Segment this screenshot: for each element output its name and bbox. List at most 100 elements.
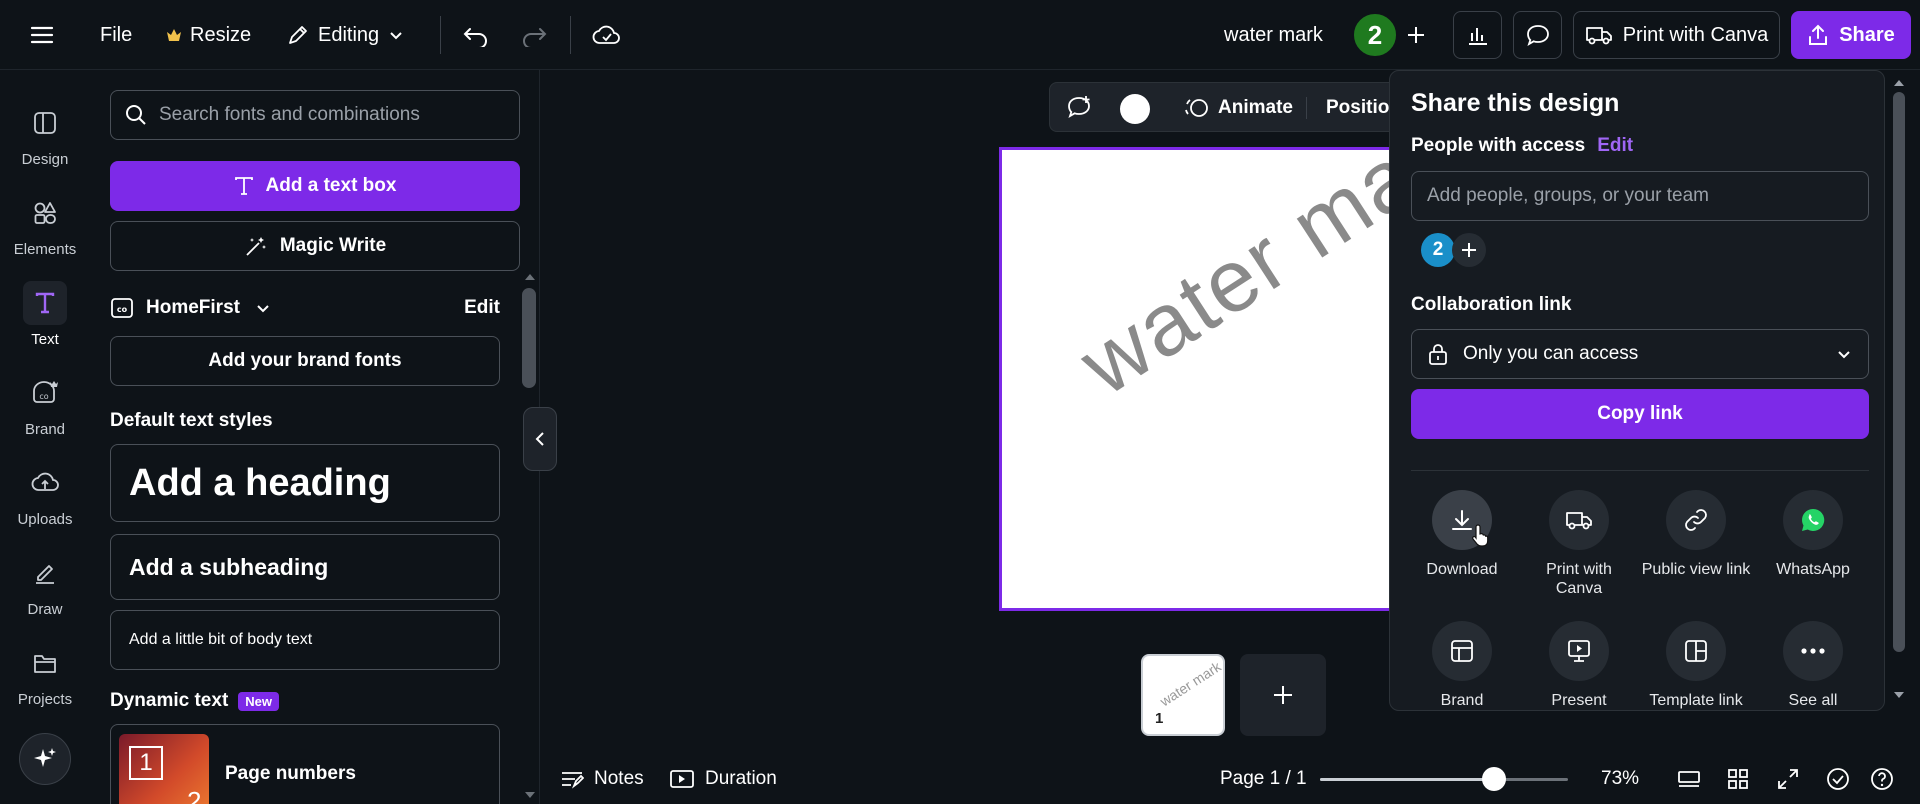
brand-kit-row: co HomeFirst Edit [110, 288, 500, 328]
add-body-text-card[interactable]: Add a little bit of body text [110, 610, 500, 670]
option-label: See all [1788, 692, 1838, 709]
share-scroll-thumb[interactable] [1893, 92, 1905, 652]
page-numbers-card[interactable]: 1 2 Page numbers [110, 724, 500, 804]
collapse-panel-button[interactable] [523, 407, 557, 471]
menu-button[interactable] [30, 0, 54, 70]
option-label: Public view link [1641, 561, 1751, 578]
zoom-slider-handle[interactable] [1482, 767, 1506, 791]
share-option-template-link[interactable]: Template link [1640, 621, 1752, 710]
present-icon [1549, 621, 1609, 681]
text-tool-icon [234, 177, 253, 195]
add-collaborator-button[interactable] [1405, 0, 1427, 70]
share-option-present[interactable]: Present [1523, 621, 1635, 710]
option-label: Brand [1440, 692, 1484, 709]
body-text-label: Add a little bit of body text [129, 631, 313, 648]
rail-item-elements[interactable]: Elements [0, 182, 90, 266]
share-option-download[interactable]: Download [1406, 490, 1518, 579]
rail-item-design[interactable]: Design [0, 92, 90, 176]
add-member-button[interactable] [1452, 233, 1486, 267]
redo-button[interactable] [520, 0, 548, 70]
zoom-level[interactable]: 73% [1601, 758, 1639, 800]
animate-label: Animate [1218, 97, 1293, 118]
magic-assistant-button[interactable] [19, 733, 71, 785]
pointer-cursor-icon [1472, 524, 1489, 547]
notes-button[interactable]: Notes [560, 758, 644, 800]
document-title[interactable]: water mark [1224, 0, 1323, 70]
share-button[interactable]: Share [1791, 11, 1911, 59]
add-people-input[interactable]: Add people, groups, or your team [1411, 171, 1869, 221]
chevron-down-icon[interactable] [254, 299, 272, 317]
scroll-up-icon[interactable] [1891, 76, 1907, 90]
subheading-label: Add a subheading [129, 553, 329, 580]
share-label: Share [1839, 23, 1895, 46]
brand-kit-name[interactable]: HomeFirst [146, 297, 240, 319]
access-dropdown[interactable]: Only you can access [1411, 329, 1869, 379]
editing-mode-dropdown[interactable]: Editing [286, 0, 405, 70]
comments-button[interactable] [1513, 11, 1562, 59]
fullscreen-button[interactable] [1777, 758, 1799, 800]
comment-icon [1526, 25, 1549, 46]
add-text-box-button[interactable]: Add a text box [110, 161, 520, 211]
insights-button[interactable] [1453, 11, 1502, 59]
notes-view-button[interactable] [1677, 758, 1701, 800]
crown-icon [167, 29, 181, 41]
rail-item-uploads[interactable]: Uploads [0, 452, 90, 536]
template-icon [1666, 621, 1726, 681]
design-page[interactable]: water mark [999, 147, 1399, 611]
resize-label: Resize [190, 23, 252, 46]
share-option-see-all[interactable]: See all [1757, 621, 1869, 710]
share-option-whatsapp[interactable]: WhatsApp [1757, 490, 1869, 579]
help-icon [1871, 768, 1893, 790]
share-option-public-link[interactable]: Public view link [1640, 490, 1752, 579]
save-status-button[interactable] [592, 0, 622, 70]
watermark-text[interactable]: water mark [1062, 150, 1396, 416]
rail-item-brand[interactable]: co Brand [0, 362, 90, 446]
share-option-print[interactable]: Print with Canva [1523, 490, 1635, 598]
context-toolbar: Animate Position [1049, 82, 1409, 132]
color-swatch[interactable] [1120, 94, 1150, 124]
scroll-down-icon[interactable] [1891, 688, 1907, 702]
grid-view-button[interactable] [1727, 758, 1749, 800]
share-dialog-scrollbar[interactable] [1891, 70, 1907, 711]
add-heading-card[interactable]: Add a heading [110, 444, 500, 522]
people-edit-link[interactable]: Edit [1597, 135, 1633, 157]
share-option-brand[interactable]: Brand [1406, 621, 1518, 710]
access-value: Only you can access [1463, 343, 1639, 364]
rail-item-draw[interactable]: Draw [0, 542, 90, 626]
member-avatar[interactable]: 2 [1421, 233, 1455, 267]
brand-edit-link[interactable]: Edit [464, 297, 500, 319]
scroll-up-icon[interactable] [520, 270, 540, 284]
pages-view-icon [1678, 771, 1700, 787]
font-search-input[interactable]: Search fonts and combinations [110, 90, 520, 140]
add-subheading-card[interactable]: Add a subheading [110, 534, 500, 600]
page-thumbnail[interactable]: water mark 1 [1141, 654, 1225, 736]
rail-item-projects[interactable]: Projects [0, 632, 90, 716]
add-brand-fonts-button[interactable]: Add your brand fonts [110, 336, 500, 386]
resize-button[interactable]: Resize [166, 0, 251, 70]
people-access-label: People with access [1411, 135, 1586, 156]
copy-link-button[interactable]: Copy link [1411, 389, 1869, 439]
add-page-button[interactable] [1240, 654, 1326, 736]
rail-item-text[interactable]: Text [0, 272, 90, 356]
hamburger-icon [30, 26, 54, 44]
bar-chart-icon [1468, 28, 1487, 45]
truck-icon [1549, 490, 1609, 550]
design-icon [23, 101, 67, 145]
undo-button[interactable] [462, 0, 490, 70]
help-button[interactable] [1870, 758, 1894, 800]
page-indicator: Page 1 / 1 [1220, 758, 1307, 800]
magic-write-button[interactable]: Magic Write [110, 221, 520, 271]
zoom-slider-fill [1320, 778, 1494, 781]
zoom-slider[interactable] [1320, 767, 1568, 791]
collaborator-avatar[interactable]: 2 [1352, 12, 1398, 58]
animate-button[interactable]: Animate [1184, 83, 1293, 133]
panel-scroll-thumb[interactable] [522, 288, 536, 388]
print-with-canva-button[interactable]: Print with Canva [1573, 11, 1780, 59]
duration-button[interactable]: Duration [669, 758, 777, 800]
check-button[interactable] [1826, 758, 1850, 800]
file-menu[interactable]: File [100, 0, 132, 70]
comment-add-button[interactable] [1064, 94, 1094, 122]
scroll-down-icon[interactable] [520, 788, 540, 802]
upload-icon [1809, 24, 1828, 45]
grid-icon [1728, 769, 1748, 789]
